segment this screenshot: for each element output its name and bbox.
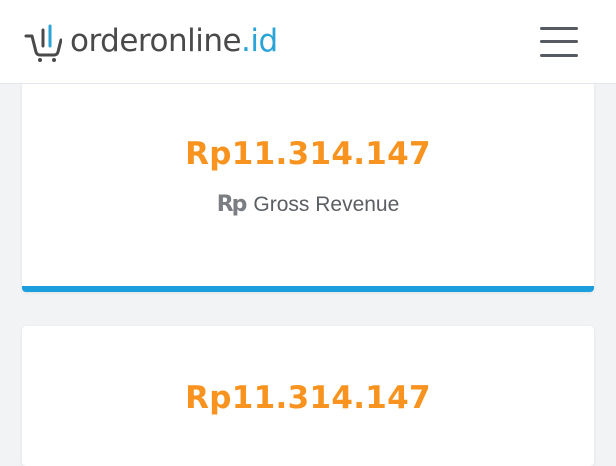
brand-wordmark: orderonline.id bbox=[70, 26, 278, 57]
brand-logo[interactable]: orderonline.id bbox=[24, 22, 278, 62]
revenue-value-2: Rp11.314.147 bbox=[185, 380, 431, 416]
hamburger-menu-icon[interactable] bbox=[540, 26, 578, 57]
menu-bar bbox=[540, 26, 578, 30]
menu-bar bbox=[540, 53, 578, 57]
gross-revenue-card: Rp11.314.147 Rp Gross Revenue bbox=[22, 84, 594, 292]
gross-revenue-value: Rp11.314.147 bbox=[185, 136, 431, 172]
brand-name: orderonline bbox=[70, 23, 242, 59]
gross-revenue-label: Gross Revenue bbox=[253, 192, 400, 216]
revenue-card-2: Rp11.314.147 bbox=[22, 326, 594, 466]
rupiah-icon: Rp bbox=[216, 192, 248, 217]
gross-revenue-caption: Rp Gross Revenue bbox=[22, 192, 594, 217]
brand-tld: .id bbox=[241, 23, 278, 59]
shopping-cart-icon bbox=[24, 24, 62, 62]
app-header: orderonline.id bbox=[0, 0, 616, 84]
menu-bar bbox=[540, 40, 578, 43]
